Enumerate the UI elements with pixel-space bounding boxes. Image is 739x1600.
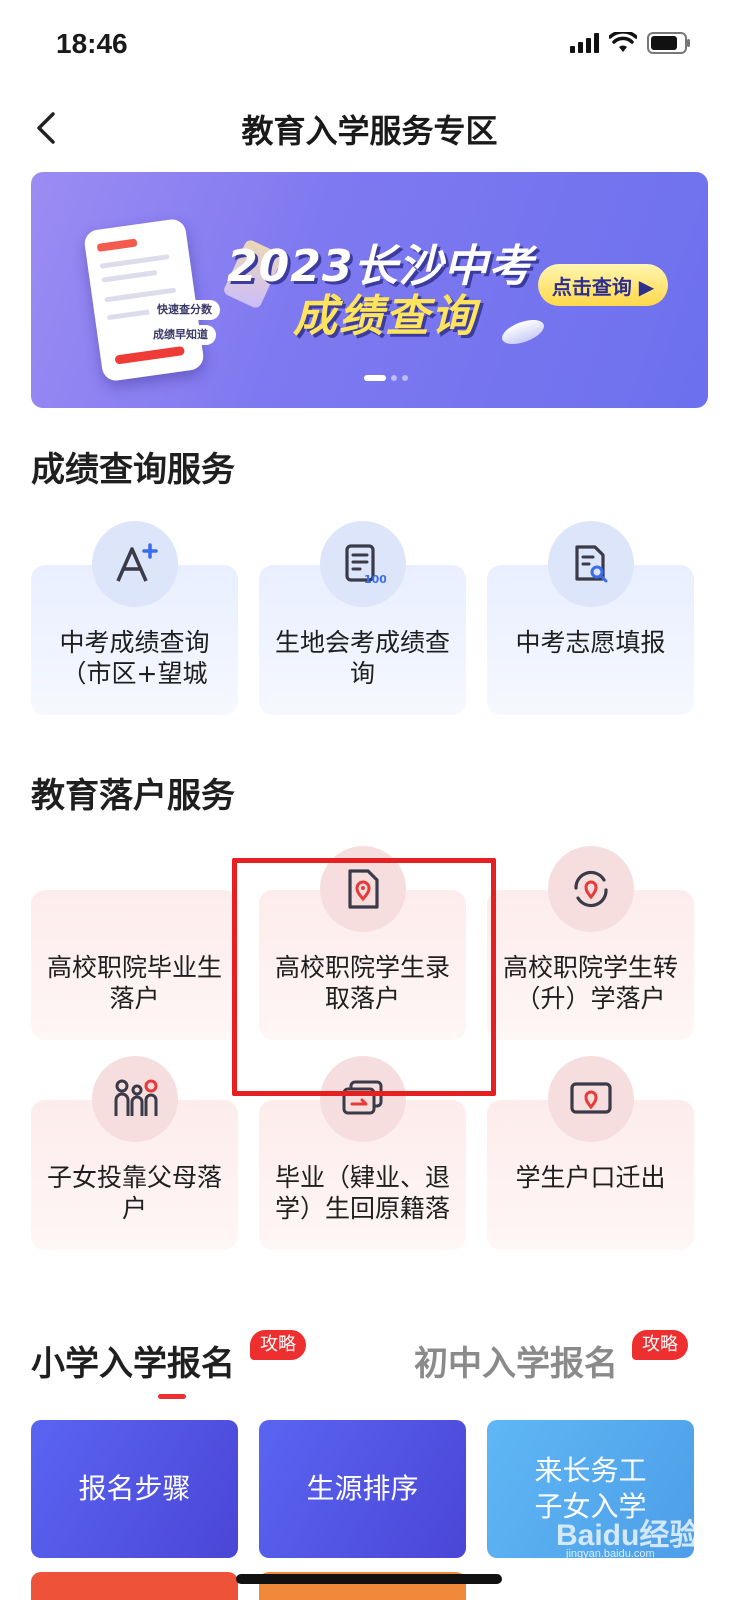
location-transfer-icon — [548, 846, 634, 932]
service-tile-return-hukou[interactable]: 毕业（肄业、退学）生回原籍落 — [259, 1056, 466, 1250]
tile-label: 生地会考成绩查询 — [274, 628, 450, 688]
carousel-indicator — [364, 375, 408, 381]
action-enroll-steps[interactable]: 报名步骤 — [31, 1420, 238, 1558]
banner-tag: 快速查分数 — [149, 300, 220, 320]
tile-label: 学生户口迁出 — [515, 1163, 666, 1192]
svg-text:100: 100 — [364, 573, 386, 586]
cellular-signal-icon — [570, 33, 599, 53]
status-bar: 18:46 — [0, 0, 739, 92]
service-tile-family-hukou[interactable]: 子女投靠父母落户 — [31, 1056, 238, 1250]
banner-query-button[interactable]: 点击查询 ▶ — [538, 264, 668, 306]
tile-label: 中考成绩查询（市区+望城 — [59, 628, 210, 688]
disc-decoration — [498, 315, 548, 349]
document-search-icon — [548, 521, 634, 607]
service-tile-migrate-out[interactable]: 学生户口迁出 — [487, 1056, 694, 1250]
service-tile-biogeo-score[interactable]: 100 生地会考成绩查询 — [259, 521, 466, 715]
grade-a-plus-icon — [92, 521, 178, 607]
page-title: 教育入学服务专区 — [241, 112, 498, 150]
score-sheet-icon: 100 — [320, 521, 406, 607]
partial-card[interactable] — [31, 1572, 238, 1600]
screen-location-icon — [548, 1056, 634, 1142]
tab-active-indicator — [158, 1394, 186, 1399]
tab-primary-enroll[interactable]: 小学入学报名 — [31, 1336, 235, 1385]
tile-label: 中考志愿填报 — [515, 628, 666, 657]
guide-badge: 攻略 — [250, 1330, 306, 1360]
service-tile-transfer-hukou[interactable]: 高校职院学生转（升）学落户 — [487, 846, 694, 1040]
highlight-annotation — [232, 858, 496, 1096]
status-icons — [570, 32, 691, 54]
home-indicator — [236, 1574, 502, 1584]
graduate-icon — [92, 846, 178, 932]
tile-label: 子女投靠父母落户 — [46, 1163, 222, 1223]
guide-badge: 攻略 — [632, 1330, 688, 1360]
tile-label: 毕业（肄业、退学）生回原籍落 — [274, 1163, 450, 1223]
action-source-ranking[interactable]: 生源排序 — [259, 1420, 466, 1558]
nav-bar: 教育入学服务专区 — [0, 92, 739, 168]
battery-icon — [647, 32, 690, 54]
tile-label: 高校职院毕业生落户 — [46, 953, 222, 1013]
service-tile-volunteer-fill[interactable]: 中考志愿填报 — [487, 521, 694, 715]
baidu-watermark-url: jingyan.baidu.com — [566, 1548, 655, 1560]
banner-subtitle: 成绩查询 — [293, 291, 477, 342]
family-icon — [92, 1056, 178, 1142]
section-title-score: 成绩查询服务 — [31, 450, 235, 490]
section-title-hukou: 教育落户服务 — [31, 776, 235, 816]
banner-tag: 成绩早知道 — [145, 325, 216, 345]
status-time: 18:46 — [56, 28, 128, 59]
tab-middle-enroll[interactable]: 初中入学报名 — [414, 1336, 618, 1385]
tile-label: 高校职院学生转（升）学落户 — [502, 953, 678, 1013]
service-tile-zhongkao-score[interactable]: 中考成绩查询（市区+望城 — [31, 521, 238, 715]
promo-banner[interactable]: 快速查分数 成绩早知道 2023长沙中考 成绩查询 点击查询 ▶ — [31, 172, 708, 408]
wifi-icon — [609, 32, 637, 52]
